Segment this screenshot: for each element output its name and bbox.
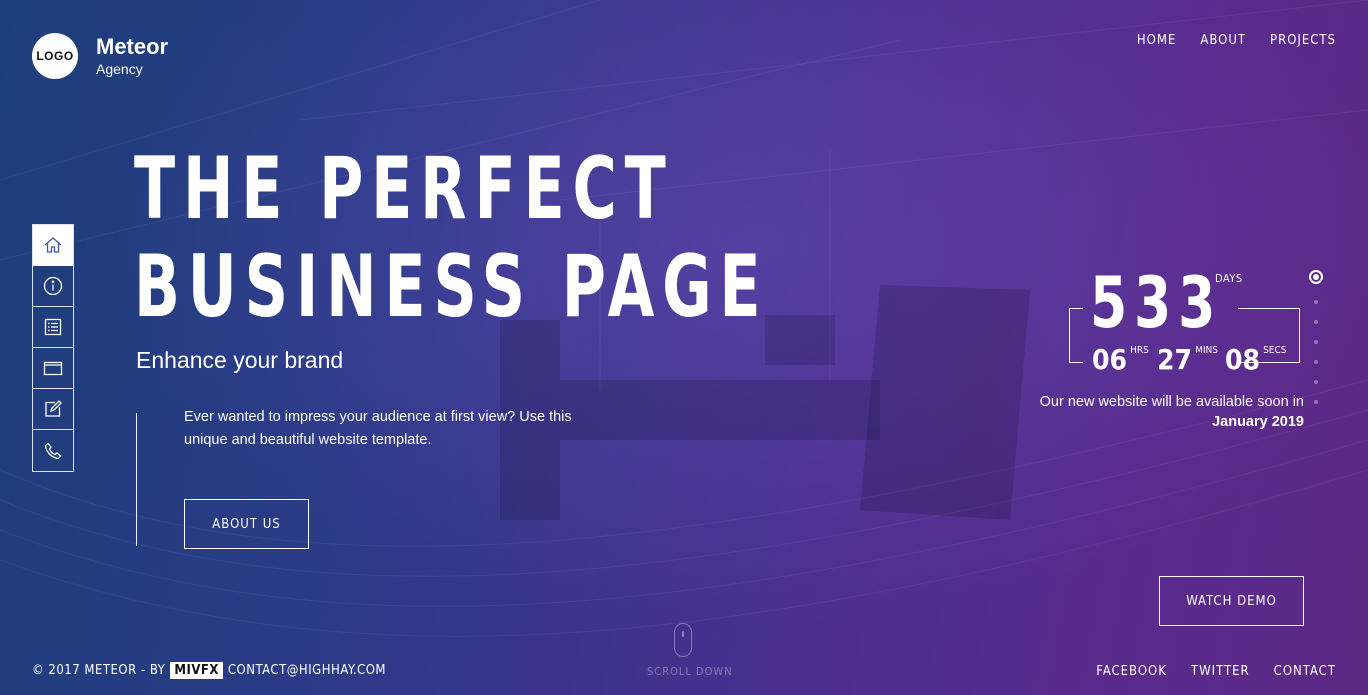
section-pager [1309,270,1323,404]
author-badge[interactable]: MIVFX [170,662,223,679]
info-icon [43,276,63,296]
edit-icon [45,400,62,417]
pager-dot[interactable] [1314,340,1318,344]
pager-dot[interactable] [1314,400,1318,404]
countdown-hours: 06 HRS [1092,343,1149,376]
nav-about-link[interactable]: ABOUT [1200,33,1246,48]
side-nav-list[interactable] [33,307,73,348]
side-nav-phone[interactable] [33,430,73,471]
hero-title-line-1: THE PERFECT [134,139,674,239]
pager-dot-active[interactable] [1309,270,1323,284]
countdown-seconds: 08 SECS [1225,343,1286,376]
watch-demo-button[interactable]: WATCH DEMO [1159,576,1304,626]
footer-copyright: © 2017 METEOR - BY MIVFX CONTACT@HIGHHAY… [32,662,386,679]
pager-dot[interactable] [1314,300,1318,304]
countdown-minutes-value: 27 [1157,343,1193,376]
footer-nav: FACEBOOK TWITTER CONTACT [1096,664,1336,679]
hero-subtitle: Enhance your brand [136,347,344,373]
about-us-button[interactable]: ABOUT US [184,499,309,549]
side-nav-home[interactable] [33,225,73,266]
scroll-down-label: SCROLL DOWN [647,665,733,678]
countdown-bracket-left [1069,308,1083,363]
contact-email[interactable]: CONTACT@HIGHHAY.COM [228,663,386,678]
list-icon [44,318,62,336]
countdown-minutes: 27 MINS [1157,343,1218,376]
side-nav-edit[interactable] [33,389,73,430]
countdown-seconds-label: SECS [1263,345,1287,356]
phone-icon [44,442,62,459]
home-icon [44,237,62,253]
countdown-days-label: DAYS [1215,272,1243,285]
countdown-launch-date: January 2019 [1212,414,1304,430]
countdown-seconds-value: 08 [1225,343,1261,376]
brand-tagline: Agency [96,61,143,77]
hero-title-line-2: BUSINESS PAGE [134,237,769,337]
countdown-minutes-label: MINS [1195,345,1218,356]
copyright-text: © 2017 METEOR - BY [32,663,166,678]
footer-twitter-link[interactable]: TWITTER [1191,664,1250,679]
hero-title: THE PERFECT BUSINESS PAGE [134,140,768,336]
countdown-note-text: Our new website will be available soon i… [1039,394,1304,410]
top-nav: HOME ABOUT PROJECTS [1137,33,1336,48]
countdown-days: 533 [1090,262,1223,344]
pager-dot[interactable] [1314,380,1318,384]
nav-projects-link[interactable]: PROJECTS [1270,33,1336,48]
hero-divider [136,413,137,546]
scroll-mouse-icon[interactable] [674,623,692,657]
countdown-hours-label: HRS [1130,345,1149,356]
footer-facebook-link[interactable]: FACEBOOK [1096,664,1167,679]
nav-home-link[interactable]: HOME [1137,33,1176,48]
countdown-hours-value: 06 [1092,343,1128,376]
brand-name: Meteor [96,34,169,59]
side-nav [32,224,74,472]
hero-description: Ever wanted to impress your audience at … [184,409,572,448]
pager-dot[interactable] [1314,320,1318,324]
logo[interactable]: LOGO [32,33,78,79]
footer-contact-link[interactable]: CONTACT [1274,664,1336,679]
side-nav-info[interactable] [33,266,73,307]
folder-icon [43,361,63,376]
pager-dot[interactable] [1314,360,1318,364]
countdown-note: Our new website will be available soon i… [1040,392,1304,432]
side-nav-folder[interactable] [33,348,73,389]
